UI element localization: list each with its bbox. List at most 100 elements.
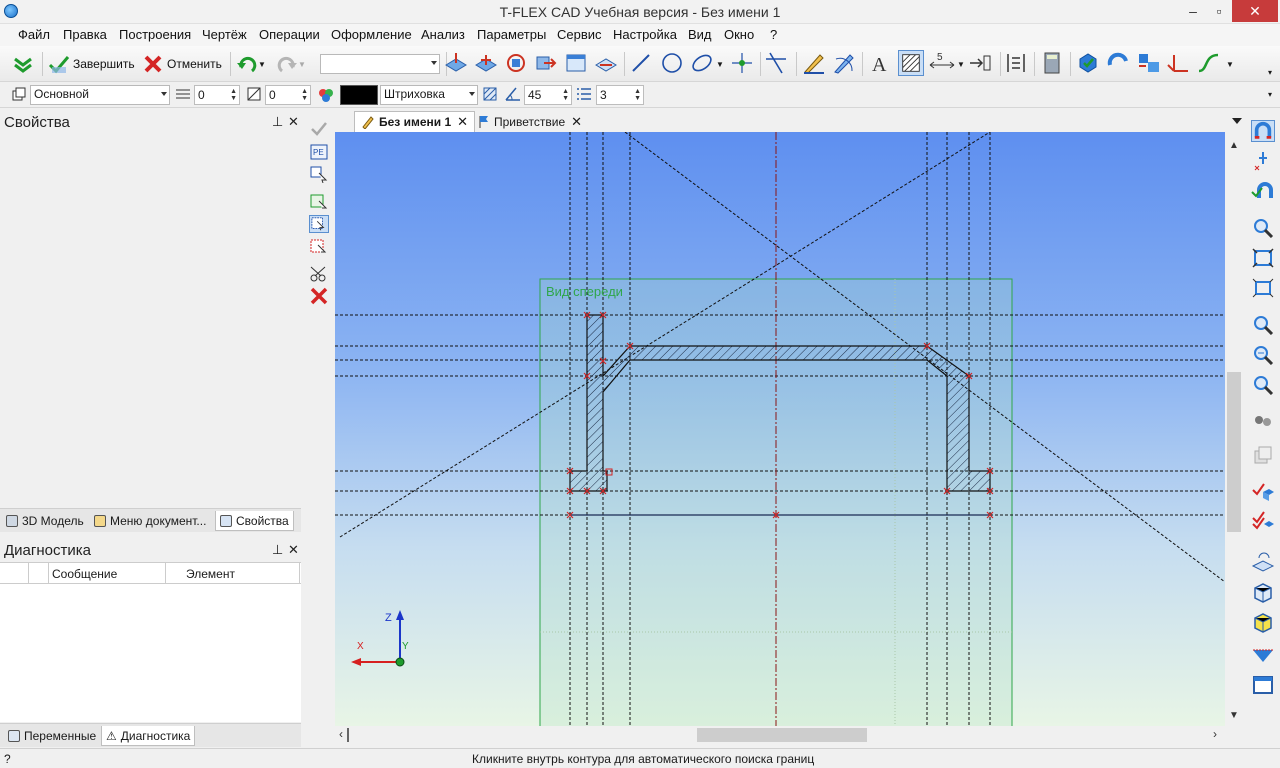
column-divider[interactable] — [28, 563, 29, 583]
stepper-arrows-icon[interactable]: ▲ ▼ — [634, 88, 641, 102]
column-divider[interactable] — [48, 563, 49, 583]
sketch-icon[interactable] — [802, 51, 826, 75]
magnet-snap-icon[interactable] — [1251, 120, 1275, 142]
model-3d-icon[interactable] — [1076, 51, 1100, 75]
ellipse-dropdown-icon[interactable]: ▼ — [716, 60, 724, 69]
level-stepper[interactable]: 0 ▲ ▼ — [194, 85, 240, 105]
zoom-out-icon[interactable] — [1251, 343, 1275, 365]
maximize-button[interactable]: ▫ — [1206, 0, 1232, 22]
scroll-up-icon[interactable]: ▲ — [1229, 140, 1239, 151]
swap-icon[interactable] — [1106, 51, 1130, 75]
menu-drawing[interactable]: Чертёж — [202, 27, 247, 42]
toolbar-overflow-icon[interactable]: ▾ — [1268, 90, 1272, 99]
menu-design[interactable]: Оформление — [331, 27, 412, 42]
close-icon[interactable]: ✕ — [571, 114, 582, 130]
plane-icon[interactable] — [474, 51, 498, 75]
scissors-icon[interactable] — [309, 265, 329, 283]
angle-stepper[interactable]: 45 ▲ ▼ — [524, 85, 572, 105]
shaded-cube-icon[interactable] — [1251, 612, 1275, 634]
hatch-settings-icon[interactable] — [482, 86, 498, 102]
tab-document-menu[interactable]: Меню документ... — [90, 511, 210, 531]
magnet-check-icon[interactable] — [1251, 180, 1275, 202]
ellipse-icon[interactable] — [690, 51, 714, 75]
close-icon[interactable]: ✕ — [457, 114, 468, 130]
coordinate-system-icon[interactable] — [1166, 51, 1190, 75]
select-contour-icon[interactable] — [309, 215, 329, 233]
menu-settings[interactable]: Настройка — [613, 27, 677, 42]
zoom-all-icon[interactable] — [1251, 247, 1275, 269]
distance-icon[interactable] — [968, 51, 994, 75]
scroll-right-icon[interactable]: › — [1213, 727, 1217, 741]
select-points-icon[interactable] — [309, 193, 329, 211]
close-button[interactable]: ✕ — [1232, 0, 1278, 22]
menu-construct[interactable]: Построения — [119, 27, 191, 42]
zoom-previous-icon[interactable] — [1251, 373, 1275, 395]
help-icon[interactable]: ? — [4, 752, 11, 766]
line-icon[interactable] — [630, 51, 652, 75]
align-icon[interactable] — [1004, 51, 1028, 75]
apply-check-icon[interactable] — [309, 120, 329, 138]
tab-properties[interactable]: Свойства — [215, 511, 294, 531]
zoom-window-icon[interactable] — [1251, 216, 1275, 238]
close-icon[interactable]: ✕ — [288, 542, 299, 558]
layer-select[interactable]: Основной — [30, 85, 170, 105]
stepper-arrows-icon[interactable]: ▲ ▼ — [230, 88, 237, 102]
tab-welcome[interactable]: Приветствие ✕ — [472, 111, 588, 132]
finish-button[interactable]: Завершить — [48, 51, 135, 77]
scroll-left-icon[interactable]: ‹ — [339, 727, 343, 741]
menu-edit[interactable]: Правка — [63, 27, 107, 42]
text-icon[interactable]: A — [868, 51, 892, 75]
node-icon[interactable] — [730, 51, 754, 75]
scroll-thumb[interactable] — [697, 728, 867, 742]
column-divider[interactable] — [299, 563, 300, 583]
hatch-type-select[interactable]: Штриховка — [380, 85, 478, 105]
menu-help[interactable]: ? — [770, 27, 777, 42]
circle-icon[interactable] — [660, 51, 684, 75]
double-check-button[interactable] — [12, 51, 34, 77]
vertical-scrollbar[interactable]: ▲ ▼ — [1225, 132, 1243, 726]
undo-dropdown-icon[interactable]: ▼ — [258, 60, 266, 69]
menu-window[interactable]: Окно — [724, 27, 754, 42]
column-divider[interactable] — [165, 563, 166, 583]
menu-file[interactable]: Файл — [18, 27, 50, 42]
section-icon[interactable] — [1251, 644, 1275, 666]
window-frame-icon[interactable] — [1251, 674, 1275, 696]
path-dropdown-icon[interactable]: ▼ — [1226, 60, 1234, 69]
pan-icon[interactable] — [1251, 410, 1275, 432]
toolbar-combo[interactable] — [320, 54, 440, 74]
step-stepper[interactable]: 3 ▲ ▼ — [596, 85, 644, 105]
scroll-down-icon[interactable]: ▼ — [1229, 710, 1239, 721]
snap-pin-icon[interactable] — [1251, 150, 1275, 172]
dimension-dropdown-icon[interactable]: ▼ — [957, 60, 965, 69]
pin-icon[interactable]: ⊥ — [272, 542, 283, 558]
menu-view[interactable]: Вид — [688, 27, 712, 42]
stepper-arrows-icon[interactable]: ▲ ▼ — [562, 88, 569, 102]
tab-drawing-untitled[interactable]: Без имени 1 ✕ — [354, 111, 476, 132]
column-message[interactable]: Сообщение — [52, 567, 117, 581]
workplane-icon[interactable] — [444, 51, 468, 75]
redo-dropdown-icon[interactable]: ▼ — [298, 60, 306, 69]
parameters-icon[interactable]: PE — [309, 143, 329, 161]
menu-analysis[interactable]: Анализ — [421, 27, 465, 42]
pin-icon[interactable]: ⊥ — [272, 114, 283, 130]
color-palette-icon[interactable] — [318, 87, 334, 103]
arrow-plane-icon[interactable] — [534, 51, 558, 75]
fragment-icon[interactable] — [594, 51, 618, 75]
tab-3d-model[interactable]: 3D Модель — [2, 511, 88, 531]
stepper-arrows-icon[interactable]: ▲ ▼ — [301, 88, 308, 102]
menu-parameters[interactable]: Параметры — [477, 27, 546, 42]
delete-icon[interactable] — [309, 287, 329, 305]
sketch-edit-icon[interactable] — [832, 51, 856, 75]
select-line-icon[interactable] — [309, 238, 329, 256]
dimension-icon[interactable]: 5 — [928, 51, 956, 75]
window-view-icon[interactable] — [564, 51, 588, 75]
check-model-icon[interactable] — [1251, 480, 1275, 502]
tab-diagnostics[interactable]: ⚠ Диагностика — [101, 726, 196, 746]
tabs-dropdown-icon[interactable] — [1232, 118, 1242, 124]
construction-line-icon[interactable] — [764, 51, 788, 75]
rotate-view-icon[interactable] — [504, 51, 528, 75]
workplane-rotate-icon[interactable] — [1251, 550, 1275, 572]
redo-button[interactable]: ▼ — [276, 51, 306, 77]
menu-service[interactable]: Сервис — [557, 27, 602, 42]
zoom-in-icon[interactable] — [1251, 313, 1275, 335]
